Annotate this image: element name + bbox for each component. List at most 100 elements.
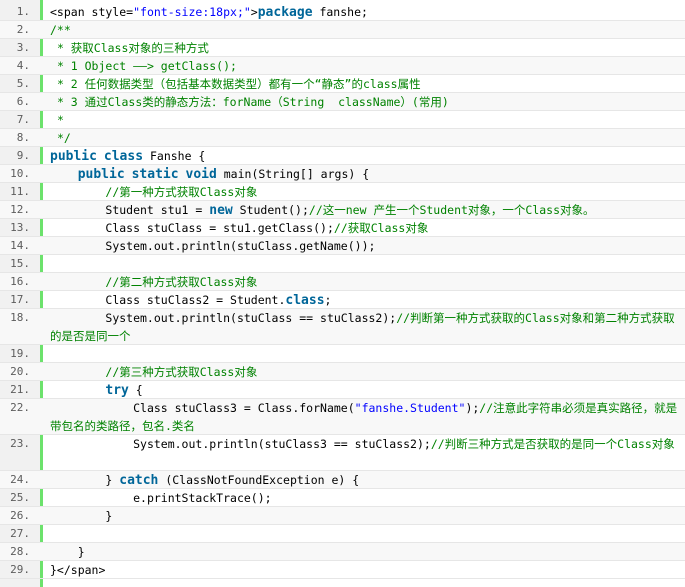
code-line: 5. * 2 任何数据类型（包括基本数据类型）都有一个“静态”的class属性	[0, 75, 685, 93]
code-line: 29. }</span>	[0, 561, 685, 579]
code-text: }</span>	[50, 561, 681, 579]
line-number: 20.	[10, 365, 30, 378]
line-number: 2.	[16, 23, 30, 36]
code-text: *	[50, 111, 681, 129]
code-line: 15.	[0, 255, 685, 273]
line-number: 15.	[10, 257, 30, 270]
line-number: 16.	[10, 275, 30, 288]
code-token: >	[250, 5, 258, 19]
code-line: 6. * 3 通过Class类的静态方法：forName（String clas…	[0, 93, 685, 111]
code-text: Student stu1 = new Student();//这一new 产生一…	[50, 201, 681, 220]
code-line: 19.	[0, 345, 685, 363]
line-number: 27.	[10, 527, 30, 540]
code-text: Class stuClass3 = Class.forName("fanshe.…	[50, 399, 681, 435]
line-number: 3.	[16, 41, 30, 54]
code-comment: //这一new 产生一个Student对象，一个Class对象。	[308, 203, 595, 217]
code-line: 2. /**	[0, 21, 685, 39]
code-string: "fanshe.Student"	[354, 401, 466, 415]
code-comment: //第三种方式获取Class对象	[105, 365, 258, 379]
code-keyword: void	[185, 167, 217, 182]
code-comment: //第二种方式获取Class对象	[105, 275, 258, 289]
code-token: Student stu1 =	[50, 203, 210, 217]
code-token: }	[50, 545, 85, 559]
code-line: 24. } catch (ClassNotFoundException e) {	[0, 471, 685, 489]
line-number: 18.	[10, 311, 30, 324]
code-line: 13. Class stuClass = stu1.getClass();//获…	[0, 219, 685, 237]
code-token: ;	[324, 293, 332, 307]
code-keyword: package	[257, 5, 313, 20]
code-line: 18. System.out.println(stuClass == stuCl…	[0, 309, 685, 345]
code-text: //第三种方式获取Class对象	[50, 363, 681, 381]
line-number: 23.	[10, 437, 30, 450]
code-token: Class stuClass3 = Class.forName(	[50, 401, 355, 415]
line-number: 22.	[10, 401, 30, 414]
code-comment: * 2 任何数据类型（包括基本数据类型）都有一个“静态”的class属性	[50, 77, 421, 91]
code-keyword: new	[209, 203, 233, 218]
code-line: 4. * 1 Object ——> getClass();	[0, 57, 685, 75]
code-line: 26. }	[0, 507, 685, 525]
line-number: 6.	[16, 95, 30, 108]
code-text: System.out.println(stuClass.getName());	[50, 237, 681, 255]
code-line: 25. e.printStackTrace();	[0, 489, 685, 507]
code-keyword: catch	[119, 473, 159, 488]
code-token: Student();	[232, 203, 309, 217]
code-comment: */	[50, 131, 71, 145]
code-line: 10. public static void main(String[] arg…	[0, 165, 685, 183]
code-text: System.out.println(stuClass == stuClass2…	[50, 309, 681, 345]
code-keyword: public	[50, 149, 97, 164]
code-text: * 2 任何数据类型（包括基本数据类型）都有一个“静态”的class属性	[50, 75, 681, 93]
code-comment: * 3 通过Class类的静态方法：forName（String classNa…	[50, 95, 449, 109]
code-line: 21. try {	[0, 381, 685, 399]
code-line: 7. *	[0, 111, 685, 129]
line-number: 9.	[16, 149, 30, 162]
code-token: main(String[] args) {	[216, 167, 370, 181]
code-line: 3. * 获取Class对象的三种方式	[0, 39, 685, 57]
code-comment: /**	[50, 23, 71, 37]
code-comment: * 1 Object ——> getClass();	[50, 59, 237, 73]
code-line: 9. public class Fanshe {	[0, 147, 685, 165]
line-number: 13.	[10, 221, 30, 234]
code-line: 28. }	[0, 543, 685, 561]
code-keyword: class	[285, 293, 325, 308]
code-token: }	[50, 509, 113, 523]
line-number: 29.	[10, 563, 30, 576]
line-number: 14.	[10, 239, 30, 252]
code-text: //第一种方式获取Class对象	[50, 183, 681, 201]
code-token: System.out.println(stuClass3 == stuClass…	[50, 437, 431, 451]
code-line: 22. Class stuClass3 = Class.forName("fan…	[0, 399, 685, 435]
code-token: <span style=	[50, 5, 134, 19]
code-line: 12. Student stu1 = new Student();//这一new…	[0, 201, 685, 219]
code-line: 14. System.out.println(stuClass.getName(…	[0, 237, 685, 255]
line-number: 10.	[10, 167, 30, 180]
code-token: (ClassNotFoundException e) {	[158, 473, 360, 487]
code-text: //第二种方式获取Class对象	[50, 273, 681, 291]
code-text: e.printStackTrace();	[50, 489, 681, 507]
code-token: }</span>	[50, 563, 106, 577]
line-number: 25.	[10, 491, 30, 504]
line-number: 7.	[16, 113, 30, 126]
line-number: 24.	[10, 473, 30, 486]
code-keyword: static	[131, 167, 179, 182]
code-text: System.out.println(stuClass3 == stuClass…	[50, 435, 681, 453]
code-text: * 1 Object ——> getClass();	[50, 57, 681, 75]
code-comment: * 获取Class对象的三种方式	[50, 41, 209, 55]
code-line: 17. Class stuClass2 = Student.class;	[0, 291, 685, 309]
code-comment: //获取Class对象	[333, 221, 429, 235]
code-text: */	[50, 129, 681, 147]
code-token: e.printStackTrace();	[50, 491, 272, 505]
line-number: 11.	[10, 185, 30, 198]
code-token: Class stuClass = stu1.getClass();	[50, 221, 334, 235]
line-number: 21.	[10, 383, 30, 396]
code-line: 27.	[0, 525, 685, 543]
code-keyword: public	[77, 167, 125, 182]
code-line: 20. //第三种方式获取Class对象	[0, 363, 685, 381]
code-line: 8. */	[0, 129, 685, 147]
code-text: Class stuClass = stu1.getClass();//获取Cla…	[50, 219, 681, 237]
